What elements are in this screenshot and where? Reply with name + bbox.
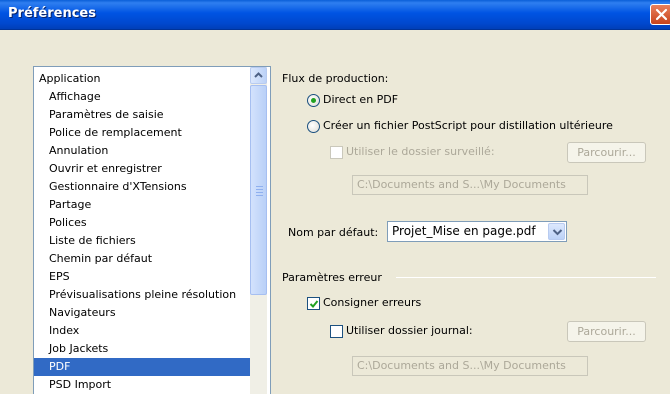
list-item-gestionnaire-d-xtensions[interactable]: Gestionnaire d'XTensions xyxy=(34,178,250,196)
list-item-navigateurs[interactable]: Navigateurs xyxy=(34,304,250,322)
watched-folder-checkbox[interactable] xyxy=(330,146,343,159)
log-errors-checkbox[interactable] xyxy=(307,297,320,310)
list-item-psd-import[interactable]: PSD Import xyxy=(34,376,250,394)
dropdown-button[interactable] xyxy=(548,223,565,240)
log-folder-label[interactable]: Utiliser dossier journal: xyxy=(346,324,473,337)
window-title: Préférences xyxy=(8,6,96,21)
radio-postscript-label[interactable]: Créer un fichier PostScript pour distill… xyxy=(323,119,613,132)
radio-direct-pdf-label[interactable]: Direct en PDF xyxy=(323,93,398,106)
browse-watched-folder-button[interactable]: Parcourir... xyxy=(567,142,646,163)
list-scrollbar[interactable] xyxy=(250,67,267,394)
radio-selected-dot xyxy=(311,98,316,103)
list-item-eps[interactable]: EPS xyxy=(34,268,250,286)
watched-folder-path-field[interactable]: C:\Documents and S...\My Documents xyxy=(352,175,588,195)
log-errors-label[interactable]: Consigner erreurs xyxy=(323,296,421,309)
list-item-pdf[interactable]: PDF xyxy=(34,358,250,376)
list-item-affichage[interactable]: Affichage xyxy=(34,88,250,106)
list-item-chemin-par-d-faut[interactable]: Chemin par défaut xyxy=(34,250,250,268)
category-list[interactable]: Application Affichage Paramètres de saisie… xyxy=(33,66,271,394)
workflow-heading: Flux de production: xyxy=(282,72,389,85)
errors-heading: Paramètres erreur xyxy=(282,271,382,284)
list-item-annulation[interactable]: Annulation xyxy=(34,142,250,160)
default-name-value: Projet_Mise en page.pdf xyxy=(392,224,536,238)
list-item-param-tres-de-saisie[interactable]: Paramètres de saisie xyxy=(34,106,250,124)
grip-icon xyxy=(256,186,263,198)
close-icon xyxy=(655,8,668,21)
browse-log-folder-button[interactable]: Parcourir... xyxy=(567,321,646,342)
chevron-down-icon xyxy=(552,229,563,236)
list-item-ouvrir-et-enregistrer[interactable]: Ouvrir et enregistrer xyxy=(34,160,250,178)
radio-direct-pdf[interactable] xyxy=(307,94,320,107)
list-item-pr-visualisations-pleine-r-solution[interactable]: Prévisualisations pleine résolution xyxy=(34,286,250,304)
close-button[interactable] xyxy=(650,4,670,25)
radio-postscript[interactable] xyxy=(307,120,320,133)
group-divider xyxy=(396,277,656,278)
log-folder-checkbox[interactable] xyxy=(330,325,343,338)
list-item-index[interactable]: Index xyxy=(34,322,250,340)
list-item-liste-de-fichiers[interactable]: Liste de fichiers xyxy=(34,232,250,250)
chevron-up-icon xyxy=(254,72,263,78)
list-item-polices[interactable]: Polices xyxy=(34,214,250,232)
log-folder-path-field[interactable]: C:\Documents and S...\My Documents xyxy=(352,356,588,376)
checkmark-icon xyxy=(309,300,319,308)
default-name-select[interactable]: Projet_Mise en page.pdf xyxy=(387,221,567,242)
list-item-partage[interactable]: Partage xyxy=(34,196,250,214)
scroll-up-button[interactable] xyxy=(250,67,267,84)
list-item-police-de-remplacement[interactable]: Police de remplacement xyxy=(34,124,250,142)
default-name-label: Nom par défaut: xyxy=(288,226,379,239)
title-bar: Préférences xyxy=(0,0,670,30)
list-item-job-jackets[interactable]: Job Jackets xyxy=(34,340,250,358)
scroll-thumb[interactable] xyxy=(250,85,267,295)
list-item-application[interactable]: Application xyxy=(34,70,250,88)
watched-folder-label: Utiliser le dossier surveillé: xyxy=(346,145,495,158)
